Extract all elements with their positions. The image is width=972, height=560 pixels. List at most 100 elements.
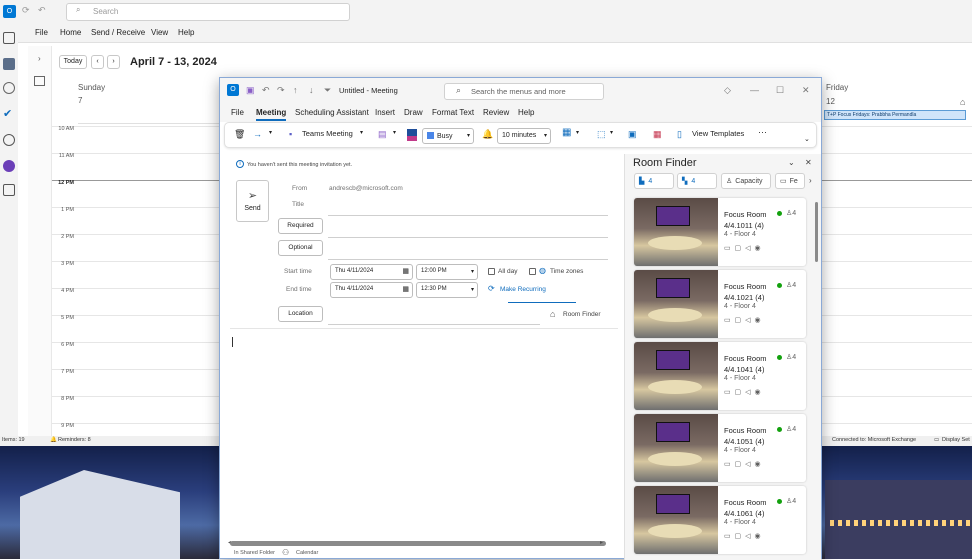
start-date-field[interactable]: Thu 4/11/2024 ▦ xyxy=(330,264,413,280)
room-card[interactable]: Focus Room 4/4.1051 (4) 4 - Floor 4 ♙4 ▭ … xyxy=(634,414,806,482)
calendar-event[interactable]: T+P Focus Fridays: Prabbha Permandla xyxy=(824,110,966,120)
meeting-notes-icon[interactable]: ▤ xyxy=(378,129,387,140)
start-time-field[interactable]: 12:00 PM ▾ xyxy=(416,264,478,280)
status-reminders[interactable]: Reminders: 8 xyxy=(58,437,91,443)
location-input[interactable] xyxy=(328,324,540,325)
expand-pane-icon[interactable]: › xyxy=(38,54,41,63)
optional-button[interactable]: Optional xyxy=(278,240,323,256)
room-finder-ribbon-icon[interactable]: ▣ xyxy=(628,129,637,140)
down-icon[interactable]: ↓ xyxy=(309,85,314,95)
building-filter[interactable]: ▙ 4 xyxy=(634,173,674,189)
delete-icon[interactable]: 🗑 xyxy=(234,129,245,140)
calendar-check-icon[interactable]: ▦ xyxy=(653,129,662,140)
next-week-button[interactable]: › xyxy=(107,55,120,69)
optional-input[interactable] xyxy=(328,259,608,260)
teams-meeting-button[interactable]: Teams Meeting xyxy=(302,129,353,138)
mail-icon[interactable] xyxy=(3,32,15,44)
status-connected: Connected to: Microsoft Exchange xyxy=(832,437,917,443)
menu-view[interactable]: View xyxy=(151,28,168,37)
tab-review[interactable]: Review xyxy=(483,108,509,117)
chevron-down-icon[interactable]: ▾ xyxy=(360,129,363,136)
all-day-checkbox[interactable] xyxy=(488,268,495,275)
categorize-icon[interactable]: ▦ xyxy=(562,127,571,138)
room-capacity-value: 4 xyxy=(792,210,797,217)
reminder-select[interactable]: 10 minutes ▾ xyxy=(497,128,551,144)
response-options-icon[interactable]: ⬚ xyxy=(597,129,606,140)
menu-help[interactable]: Help xyxy=(178,28,194,37)
close-icon[interactable]: ✕ xyxy=(802,85,810,96)
required-button[interactable]: Required xyxy=(278,218,323,234)
maximize-icon[interactable]: ☐ xyxy=(776,85,784,96)
display-settings-icon[interactable]: ▭ xyxy=(934,437,939,443)
forward-icon[interactable]: → xyxy=(253,129,262,139)
from-value[interactable]: andrescb@microsoft.com xyxy=(329,185,403,192)
features-filter[interactable]: ▭ Fe xyxy=(775,173,805,189)
premium-icon[interactable]: ◇ xyxy=(724,85,731,96)
menu-send-receive[interactable]: Send / Receive xyxy=(91,28,145,37)
undo-icon[interactable]: ↶ xyxy=(262,85,270,96)
sunday-column-header[interactable]: Sunday 7 xyxy=(78,80,228,124)
room-card[interactable]: Focus Room 4/4.1041 (4) 4 - Floor 4 ♙4 ▭ … xyxy=(634,342,806,410)
end-date-field[interactable]: Thu 4/11/2024 ▦ xyxy=(330,282,413,298)
sync-icon[interactable]: ⟳ xyxy=(22,5,30,16)
meeting-table xyxy=(648,308,702,322)
chevron-down-icon[interactable]: ▾ xyxy=(610,129,613,136)
tab-help[interactable]: Help xyxy=(518,108,534,117)
make-recurring-link[interactable]: Make Recurring xyxy=(500,286,546,293)
scroll-right-icon[interactable]: › xyxy=(809,176,812,185)
up-icon[interactable]: ↑ xyxy=(293,85,298,95)
chevron-down-icon[interactable]: ▾ xyxy=(269,129,272,136)
chevron-down-icon[interactable]: ▾ xyxy=(576,129,579,136)
minimize-icon[interactable]: — xyxy=(750,85,759,95)
view-templates-button[interactable]: View Templates xyxy=(692,129,744,138)
today-button[interactable]: Today xyxy=(59,55,87,69)
redo-icon[interactable]: ↷ xyxy=(277,85,285,96)
chevron-down-icon[interactable]: ⌄ xyxy=(788,158,795,167)
end-time-field[interactable]: 12:30 PM ▾ xyxy=(416,282,478,298)
room-card[interactable]: Focus Room 4/4.1021 (4) 4 - Floor 4 ♙4 ▭ … xyxy=(634,270,806,338)
org-icon[interactable] xyxy=(3,134,15,146)
tab-scheduling-assistant[interactable]: Scheduling Assistant xyxy=(295,108,369,117)
room-capacity: ♙4 xyxy=(786,425,796,433)
expand-ribbon-icon[interactable]: ⌄ xyxy=(804,135,810,143)
message-body[interactable] xyxy=(228,330,618,538)
required-input[interactable] xyxy=(328,237,608,238)
room-card[interactable]: Focus Room 4/4.1061 (4) 4 - Floor 4 ♙4 ▭ … xyxy=(634,486,806,554)
calendar-icon[interactable] xyxy=(3,58,15,70)
floor-filter[interactable]: ▚ 4 xyxy=(677,173,717,189)
todo-icon[interactable]: ✔ xyxy=(3,108,15,120)
apps-icon[interactable] xyxy=(3,184,15,196)
more-options-icon[interactable]: ··· xyxy=(758,127,767,137)
copilot-icon[interactable] xyxy=(3,160,15,172)
undo-icon[interactable]: ↶ xyxy=(38,5,46,16)
people-icon[interactable] xyxy=(3,82,15,94)
time-zones-checkbox[interactable] xyxy=(529,268,536,275)
menu-file[interactable]: File xyxy=(35,28,48,37)
customize-icon[interactable]: ⏷ xyxy=(324,85,331,96)
room-card[interactable]: Focus Room 4/4.1011 (4) 4 - Floor 4 ♙4 ▭ … xyxy=(634,198,806,266)
room-name-text: Focus Room xyxy=(724,282,767,291)
room-finder-link[interactable]: Room Finder xyxy=(563,311,601,318)
tab-format-text[interactable]: Format Text xyxy=(432,108,474,117)
chevron-down-icon[interactable]: ▾ xyxy=(393,129,396,136)
tab-draw[interactable]: Draw xyxy=(404,108,423,117)
show-as-select[interactable]: Busy ▾ xyxy=(422,128,474,144)
save-icon[interactable]: ▣ xyxy=(246,85,255,96)
menu-home[interactable]: Home xyxy=(60,28,81,37)
horizontal-scrollbar[interactable] xyxy=(230,541,606,546)
send-button[interactable]: ➢ Send xyxy=(236,180,269,222)
close-icon[interactable]: ✕ xyxy=(805,158,812,167)
tab-file[interactable]: File xyxy=(231,108,244,117)
scroll-right-icon[interactable]: ▸ xyxy=(600,539,603,546)
search-input[interactable]: Search the menus and more xyxy=(444,83,604,100)
capacity-filter[interactable]: ♙ Capacity xyxy=(721,173,771,189)
tab-meeting[interactable]: Meeting xyxy=(256,108,287,121)
mini-calendar-icon[interactable] xyxy=(34,76,45,86)
tab-insert[interactable]: Insert xyxy=(375,108,395,117)
search-input[interactable]: Search xyxy=(66,3,350,21)
title-input[interactable] xyxy=(328,215,608,216)
prev-week-button[interactable]: ‹ xyxy=(91,55,104,69)
vertical-scrollbar[interactable] xyxy=(815,202,818,262)
status-display[interactable]: Display Set xyxy=(942,437,970,443)
location-button[interactable]: Location xyxy=(278,306,323,322)
